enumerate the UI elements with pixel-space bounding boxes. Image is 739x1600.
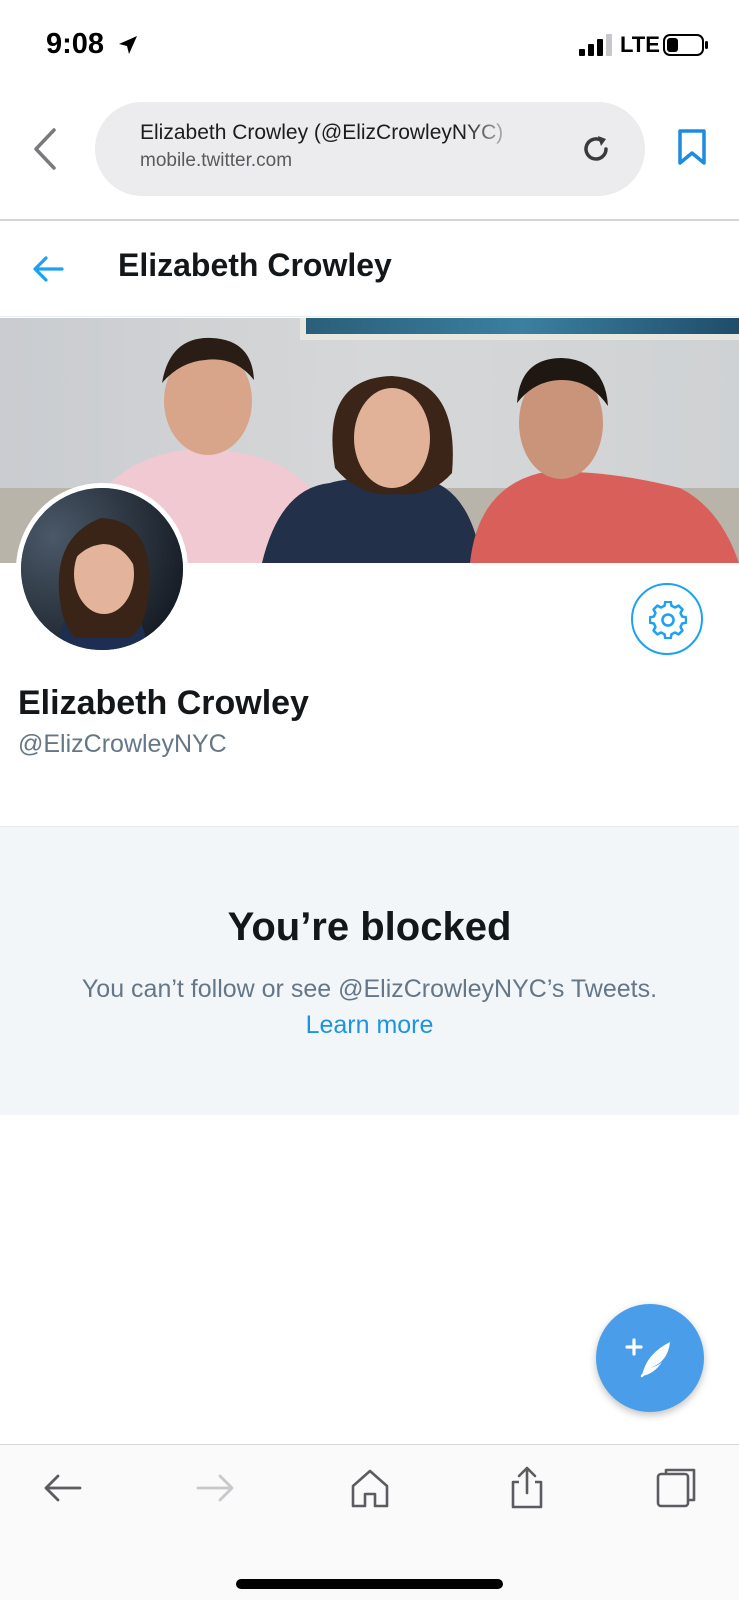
arrow-left-icon[interactable]: [30, 251, 66, 287]
blocked-notice: You’re blocked You can’t follow or see @…: [0, 826, 739, 1115]
blocked-message: You can’t follow or see @ElizCrowleyNYC’…: [81, 975, 658, 1003]
settings-button[interactable]: [631, 583, 703, 655]
forward-arrow-icon[interactable]: [192, 1465, 238, 1511]
compose-tweet-icon: [625, 1338, 670, 1378]
profile-name: Elizabeth Crowley: [18, 684, 309, 722]
share-icon[interactable]: [504, 1465, 550, 1511]
profile-handle: @ElizCrowleyNYC: [18, 730, 227, 758]
status-time: 9:08: [46, 28, 105, 60]
profile-header-bar: Elizabeth Crowley: [0, 221, 739, 317]
chevron-left-icon[interactable]: [30, 126, 60, 172]
gear-icon: [649, 601, 687, 639]
page-title: Elizabeth Crowley (@ElizCrowleyNYC): [140, 121, 504, 144]
tabs-icon[interactable]: [653, 1465, 699, 1511]
profile-avatar[interactable]: [16, 483, 188, 655]
bookmark-icon[interactable]: [675, 128, 709, 166]
learn-more-link[interactable]: Learn more: [0, 1011, 739, 1040]
location-arrow-icon: [119, 36, 137, 54]
browser-toolbar: [0, 1444, 739, 1600]
page-host: mobile.twitter.com: [140, 150, 293, 171]
browser-bar: Elizabeth Crowley (@ElizCrowleyNYC) mobi…: [0, 92, 739, 221]
header-title: Elizabeth Crowley: [118, 247, 392, 283]
back-arrow-icon[interactable]: [40, 1465, 86, 1511]
address-bar[interactable]: Elizabeth Crowley (@ElizCrowleyNYC) mobi…: [95, 102, 645, 196]
battery-icon: [663, 34, 708, 56]
home-icon[interactable]: [347, 1465, 393, 1511]
compose-tweet-button[interactable]: [596, 1304, 704, 1412]
blocked-title: You’re blocked: [227, 905, 512, 949]
reload-icon[interactable]: [579, 132, 613, 166]
signal-bars-icon: [579, 34, 612, 56]
network-type: LTE: [620, 32, 660, 57]
home-indicator[interactable]: [236, 1579, 503, 1589]
status-bar: 9:08 LTE: [0, 0, 739, 92]
